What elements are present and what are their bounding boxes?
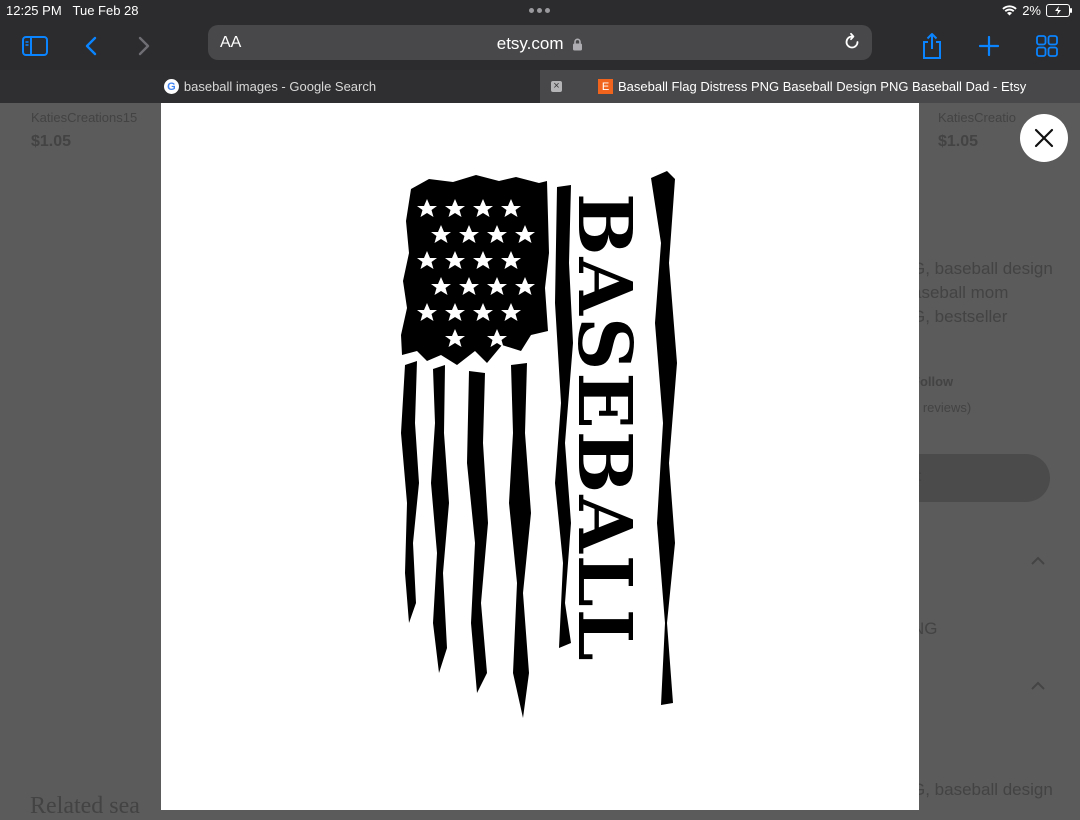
listing-price: $1.05: [31, 133, 72, 150]
browser-toolbar: AA etsy.com: [0, 22, 1080, 70]
chevron-up-icon: [1031, 552, 1045, 570]
address-domain[interactable]: etsy.com: [208, 34, 872, 54]
description-line: G, baseball design: [912, 259, 1053, 278]
tab-etsy-active[interactable]: × E Baseball Flag Distress PNG Baseball …: [540, 70, 1080, 103]
close-lightbox-button[interactable]: [1020, 114, 1068, 162]
status-time: 12:25 PM Tue Feb 28: [6, 3, 139, 18]
forward-chevron-right-icon[interactable]: [126, 28, 162, 64]
related-searches-heading: Related sea: [30, 793, 140, 819]
reload-icon[interactable]: [842, 32, 862, 52]
chevron-up-icon: [1031, 677, 1045, 695]
baseball-word: BASEBALL: [561, 193, 647, 663]
share-icon[interactable]: [914, 28, 950, 64]
battery-percent: 2%: [1022, 3, 1041, 18]
listing-price: $1.05: [938, 133, 979, 150]
tab-title: Baseball Flag Distress PNG Baseball Desi…: [618, 79, 1027, 94]
tab-bar: G baseball images - Google Search × E Ba…: [0, 70, 1080, 103]
description-line: G, bestseller: [912, 307, 1008, 326]
status-indicators: 2%: [1002, 3, 1072, 18]
tab-google-search[interactable]: G baseball images - Google Search: [0, 70, 540, 103]
description-line: aseball mom: [912, 283, 1009, 302]
multitasking-dots[interactable]: [529, 8, 550, 13]
seller-name: KatiesCreatio: [938, 110, 1017, 125]
seller-name: KatiesCreations15: [31, 110, 138, 125]
address-bar[interactable]: AA etsy.com: [208, 25, 872, 60]
tab-title: baseball images - Google Search: [183, 79, 377, 94]
reviews-count: 5 reviews): [912, 400, 972, 415]
status-bar: 12:25 PM Tue Feb 28 2%: [0, 0, 1080, 22]
description-line: G, baseball design: [912, 780, 1053, 799]
sidebar-icon[interactable]: [17, 28, 53, 64]
tab-overview-grid-icon[interactable]: [1029, 28, 1065, 64]
close-icon: [1034, 128, 1054, 148]
battery-charging-icon: [1046, 4, 1072, 17]
distressed-baseball-flag-image: BASEBALL: [401, 171, 677, 718]
new-tab-plus-icon[interactable]: [971, 28, 1007, 64]
google-favicon-icon: G: [163, 79, 179, 94]
close-tab-icon[interactable]: ×: [551, 81, 562, 92]
lock-icon: [573, 38, 583, 51]
etsy-favicon-icon: E: [598, 79, 613, 94]
product-image-lightbox[interactable]: BASEBALL: [161, 103, 919, 810]
back-chevron-left-icon[interactable]: [73, 28, 109, 64]
wifi-icon: [1002, 5, 1017, 16]
